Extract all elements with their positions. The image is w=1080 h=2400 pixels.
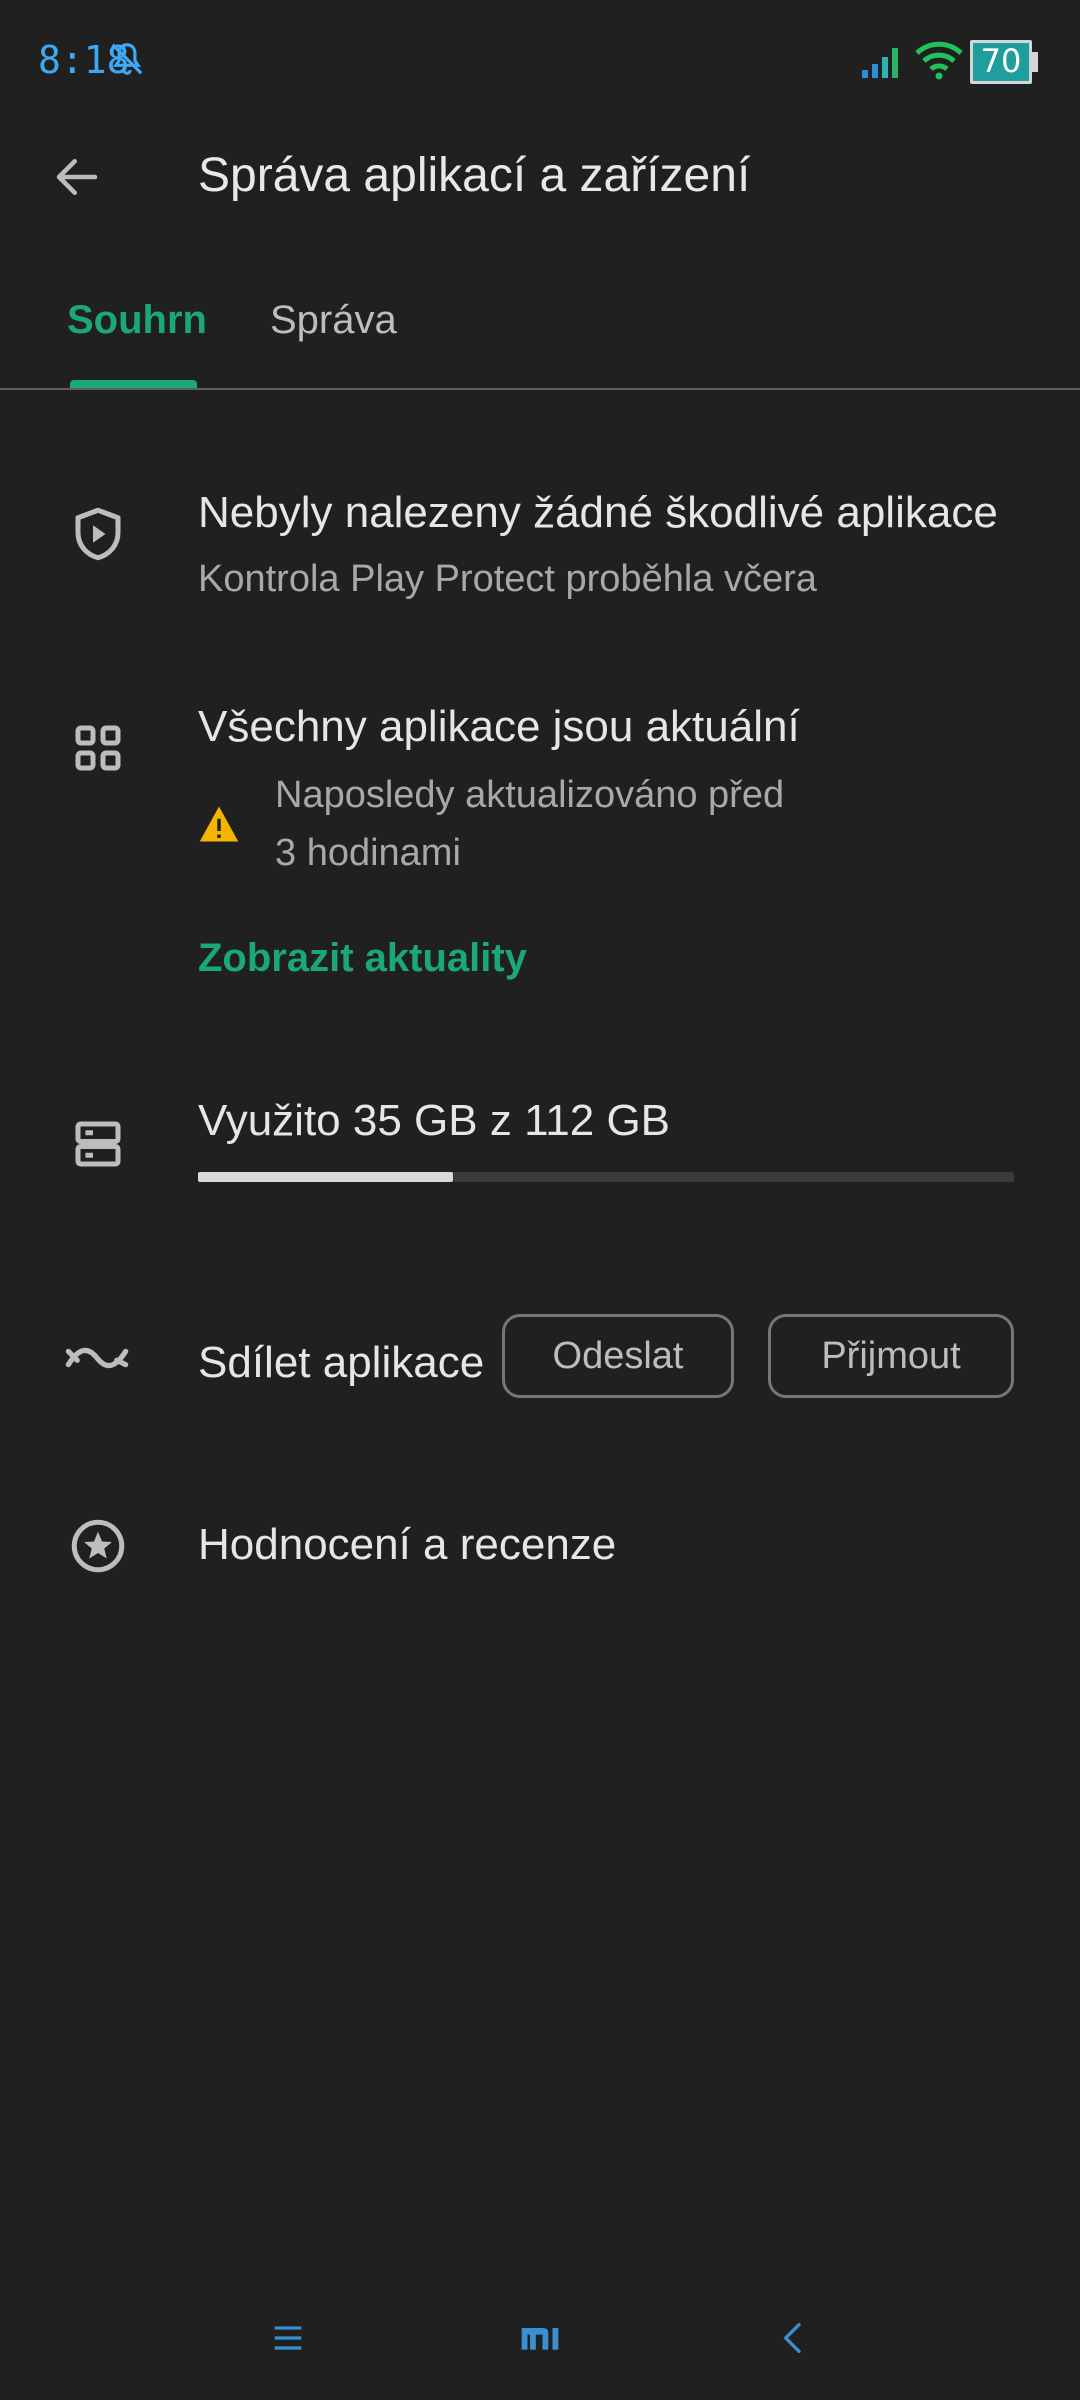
protect-subtitle: Kontrola Play Protect proběhla včera [198,558,817,600]
warning-triangle-icon [199,806,239,842]
play-protect-row[interactable]: Nebyly nalezeny žádné škodlivé aplikace … [0,470,1080,620]
home-mi-icon[interactable] [516,2318,564,2358]
tab-summary[interactable]: Souhrn [67,298,207,343]
battery-indicator: 70 [970,38,1040,86]
bell-off-icon [111,43,143,75]
signal-icon [862,48,898,78]
updates-warning-line-2: 3 hodinami [275,832,461,874]
storage-label: Využito 35 GB z 112 GB [198,1096,671,1145]
storage-progress-bar [198,1172,1014,1182]
send-button[interactable]: Odeslat [502,1314,734,1398]
protect-title: Nebyly nalezeny žádné škodlivé aplikace [198,488,998,537]
share-apps-icon [65,1347,129,1369]
ratings-row[interactable]: Hodnocení a recenze [0,1490,1080,1610]
updates-title: Všechny aplikace jsou aktuální [198,702,800,751]
updates-warning-line-1: Naposledy aktualizováno před [275,774,785,816]
tab-indicator [70,380,197,388]
wifi-icon [915,41,963,80]
arrow-left-icon[interactable] [50,150,104,204]
receive-button[interactable]: Přijmout [768,1314,1014,1398]
tab-manage[interactable]: Správa [270,298,397,343]
page-title: Správa aplikací a zařízení [198,149,751,202]
ratings-label: Hodnocení a recenze [198,1520,617,1569]
battery-level: 70 [980,42,1022,80]
tabs-divider [0,388,1080,390]
share-label: Sdílet aplikace [198,1338,485,1387]
storage-progress-fill [198,1172,453,1182]
apps-grid-icon [75,725,121,771]
menu-icon[interactable] [268,2318,308,2358]
shield-play-icon [75,507,121,561]
star-circle-icon [71,1519,125,1573]
show-updates-link[interactable]: Zobrazit aktuality [198,936,527,981]
back-nav-icon[interactable] [774,2318,814,2358]
storage-icon [75,1121,121,1167]
